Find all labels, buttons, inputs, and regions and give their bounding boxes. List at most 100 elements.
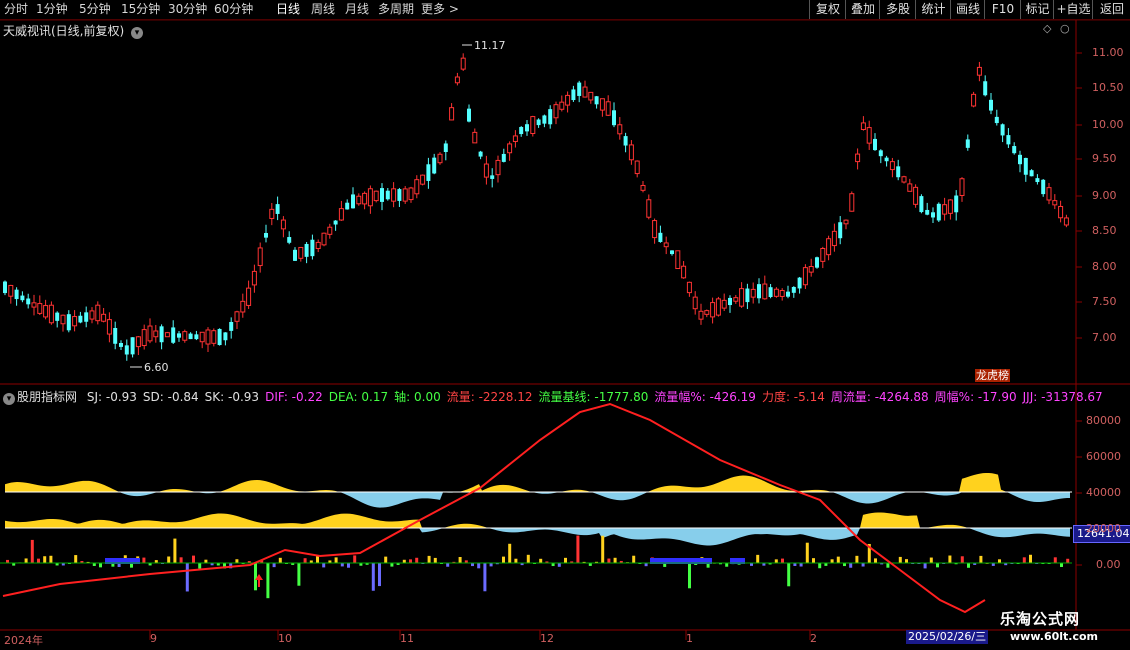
candlestick-chart[interactable]: 11.17 6.60 xyxy=(0,0,1130,650)
low-price-label: 6.60 xyxy=(144,361,169,374)
histogram-bar xyxy=(99,563,102,568)
candle-body xyxy=(612,110,616,126)
candle-body xyxy=(692,296,698,310)
candle-body xyxy=(287,237,292,243)
candle-body xyxy=(432,157,437,174)
indicator-value-3: DIF: -0.22 xyxy=(265,390,323,404)
candle-body xyxy=(280,219,286,230)
candle-body xyxy=(745,288,750,303)
chevron-down-icon[interactable]: ▾ xyxy=(3,393,15,405)
candle-body xyxy=(931,212,935,218)
histogram-bar xyxy=(316,556,319,563)
histogram-bar xyxy=(725,563,729,567)
indicator-value-11: 周幅%: -17.90 xyxy=(934,390,1017,404)
candle-body xyxy=(710,302,716,318)
candle-body xyxy=(362,192,368,205)
histogram-bar xyxy=(303,558,307,563)
candle-body xyxy=(838,222,843,239)
price-tick-label: 8.50 xyxy=(1092,224,1117,237)
candle-body xyxy=(194,334,199,340)
candle-body xyxy=(264,233,268,238)
watermark-url: www.60lt.com xyxy=(1010,630,1099,643)
histogram-bar xyxy=(378,563,381,587)
candle-body xyxy=(715,298,721,316)
histogram-bar xyxy=(613,557,617,563)
indicator-values-bar: ▾ 股朋指标网 SJ: -0.93 SD: -0.84 SK: -0.93 DIF: -… xyxy=(3,388,1109,405)
indicator-value-10: 周流量: -4264.88 xyxy=(830,390,929,404)
candle-body xyxy=(976,66,982,76)
histogram-bar xyxy=(192,555,195,563)
indicator-value-0: SJ: -0.93 xyxy=(86,390,137,404)
candle-body xyxy=(43,305,49,318)
candle-body xyxy=(321,232,327,246)
histogram-bar xyxy=(334,557,338,563)
date-axis-label: 12 xyxy=(540,632,554,645)
candle-body xyxy=(721,299,727,309)
candle-body xyxy=(646,199,652,218)
candle-body xyxy=(141,329,147,347)
histogram-bar xyxy=(340,563,344,567)
histogram-bar xyxy=(24,558,28,563)
histogram-bar xyxy=(998,559,1001,563)
candle-body xyxy=(762,283,768,300)
histogram-bar xyxy=(874,558,877,563)
candle-body xyxy=(675,250,681,270)
candle-body xyxy=(954,195,959,213)
indicator-value-4: DEA: 0.17 xyxy=(328,390,389,404)
candle-body xyxy=(338,208,344,221)
histogram-bar xyxy=(142,557,146,563)
candle-body xyxy=(757,284,761,299)
candle-body xyxy=(454,76,460,84)
histogram-bar xyxy=(179,557,183,563)
candle-body xyxy=(884,157,889,162)
candle-body xyxy=(634,160,640,175)
candle-body xyxy=(519,127,524,135)
candle-body xyxy=(101,313,107,322)
candle-body xyxy=(443,143,448,152)
indicator-tick-label: 80000 xyxy=(1086,414,1121,427)
candle-body xyxy=(971,93,977,107)
candle-body xyxy=(983,81,988,96)
candle-body xyxy=(907,183,913,192)
candle-body xyxy=(670,250,674,255)
candle-body xyxy=(199,331,205,343)
histogram-bar xyxy=(812,558,815,563)
histogram-bar xyxy=(632,555,636,563)
candle-body xyxy=(739,288,745,307)
cursor-date: 2025/02/26/三 xyxy=(906,630,989,644)
candle-body xyxy=(1063,217,1069,226)
candle-body xyxy=(1023,157,1028,175)
candle-body xyxy=(229,321,234,331)
indicator-tick-label: 20000 xyxy=(1086,522,1121,535)
histogram-bar xyxy=(774,559,778,563)
histogram-bar xyxy=(297,563,301,586)
candle-body xyxy=(345,202,350,210)
histogram-bar xyxy=(266,563,270,599)
candle-body xyxy=(495,159,501,176)
candle-body xyxy=(989,99,993,111)
candle-body xyxy=(130,337,135,355)
candle-body xyxy=(72,316,78,327)
candle-body xyxy=(55,312,60,321)
histogram-bar xyxy=(905,559,908,563)
candle-body xyxy=(750,288,756,298)
dragon-tiger-tag[interactable]: 龙虎榜 xyxy=(975,369,1010,382)
candle-body xyxy=(658,232,663,242)
candle-body xyxy=(1012,146,1017,154)
candle-body xyxy=(542,115,547,124)
candle-body xyxy=(478,151,483,157)
candle-body xyxy=(582,86,588,98)
histogram-bar xyxy=(756,554,760,563)
histogram-bar xyxy=(390,563,394,567)
date-axis-label: 11 xyxy=(400,632,414,645)
date-axis-label: 10 xyxy=(278,632,292,645)
histogram-bar xyxy=(458,557,462,563)
candle-body xyxy=(1000,124,1005,136)
histogram-bar xyxy=(477,563,481,569)
histogram-bar xyxy=(254,563,257,591)
candle-body xyxy=(925,209,930,215)
histogram-bar xyxy=(576,535,580,563)
candle-body xyxy=(246,287,252,306)
candle-body xyxy=(66,314,71,331)
candle-body xyxy=(866,127,872,144)
